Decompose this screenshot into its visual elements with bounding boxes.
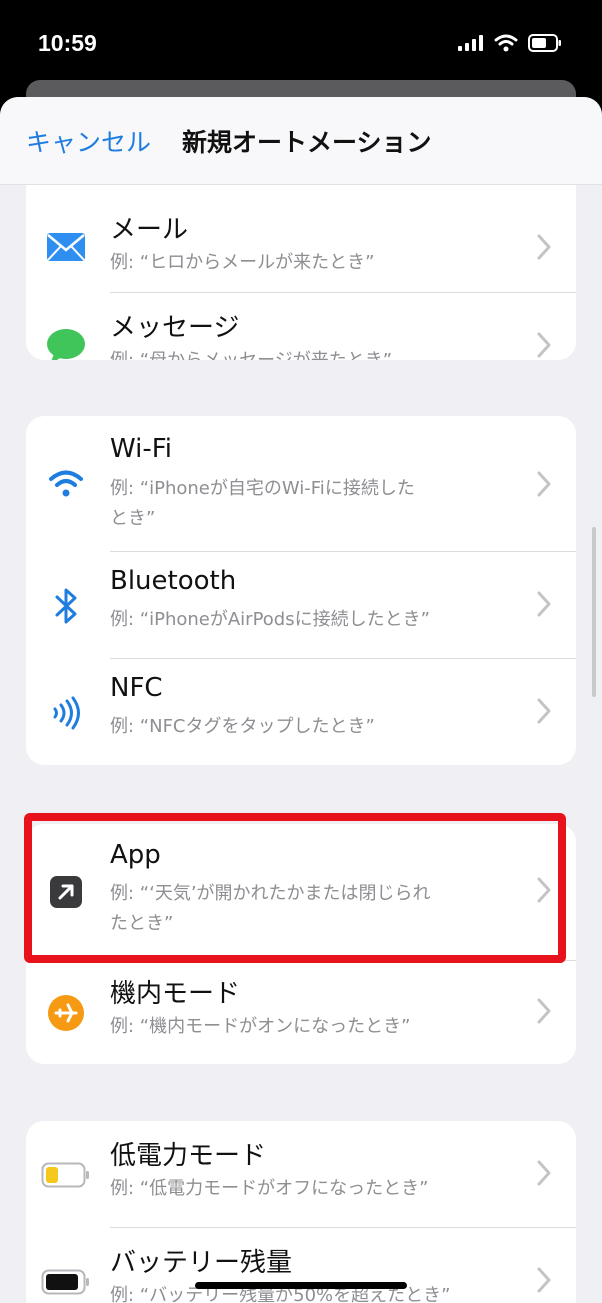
wifi-status-icon [494,34,518,52]
wifi-title: Wi-Fi [110,434,173,464]
mail-title: メール [110,215,189,245]
airplane-mode-title: 機内モード [110,979,241,1009]
list-item-bluetooth[interactable]: Bluetooth 例: “iPhoneがAirPodsに接続したとき” [26,552,576,659]
battery-status-icon [528,34,561,52]
chevron-right-icon [537,877,551,903]
app-icon [46,872,86,912]
group-connectivity: Wi-Fi 例: “iPhoneが自宅のWi-Fiに接続した とき” Bluet… [26,416,576,765]
chevron-right-icon [537,1160,551,1186]
list-item-nfc[interactable]: NFC 例: “NFCタグをタップしたとき” [26,659,576,765]
status-icons [458,34,562,52]
cancel-button[interactable]: キャンセル [26,123,151,159]
status-time: 10:59 [38,30,97,56]
page-title: 新規オートメーション [182,128,432,157]
list-item-messages[interactable]: メッセージ 例: “母からメッセージが来たとき” [26,293,576,360]
list-item-app[interactable]: App 例: “‘天気’が開かれたかまたは閉じられ たとき” [26,824,576,961]
app-title: App [110,840,161,870]
nfc-subtitle: 例: “NFCタグをタップしたとき” [110,716,375,737]
scroll-indicator[interactable] [592,527,596,697]
bluetooth-title: Bluetooth [110,566,237,596]
wifi-subtitle-line1: 例: “iPhoneが自宅のWi-Fiに接続した [110,478,415,499]
chevron-right-icon [537,234,551,260]
status-bar: 10:59 [0,0,602,90]
wifi-icon [46,464,86,504]
chevron-right-icon [537,1267,551,1293]
airplane-icon [46,993,86,1033]
group-system: App 例: “‘天気’が開かれたかまたは閉じられ たとき” 機内モード 例: … [26,824,576,1064]
list-item-wifi[interactable]: Wi-Fi 例: “iPhoneが自宅のWi-Fiに接続した とき” [26,416,576,552]
list-item-airplane-mode[interactable]: 機内モード 例: “機内モードがオンになったとき” [26,961,576,1064]
chevron-right-icon [537,471,551,497]
mail-icon [46,227,86,267]
battery-level-title: バッテリー残量 [110,1248,293,1278]
list-item-battery-level[interactable]: バッテリー残量 例: “バッテリー残量が50%を超えたとき” [26,1228,576,1303]
nfc-title: NFC [110,673,163,703]
airplane-mode-subtitle: 例: “機内モードがオンになったとき” [110,1016,411,1037]
nfc-icon [46,693,86,733]
automation-sheet: メール 例: “ヒロからメールが来たとき” メッセージ 例: “母からメッセージ… [0,97,602,1303]
messages-subtitle: 例: “母からメッセージが来たとき” [110,345,392,360]
cellular-signal-icon [458,35,483,51]
chevron-right-icon [537,998,551,1024]
home-indicator[interactable] [195,1282,407,1289]
app-subtitle-line1: 例: “‘天気’が開かれたかまたは閉じられ [110,883,431,904]
chevron-right-icon [537,698,551,724]
low-power-icon [41,1155,91,1195]
group-power: 低電力モード 例: “低電力モードがオフになったとき” バッテリー残量 例: “… [26,1121,576,1303]
list-item-low-power-mode[interactable]: 低電力モード 例: “低電力モードがオフになったとき” [26,1121,576,1228]
low-power-title: 低電力モード [110,1141,267,1171]
navigation-bar: キャンセル 新規オートメーション [0,97,602,185]
low-power-subtitle: 例: “低電力モードがオフになったとき” [110,1178,429,1199]
chevron-right-icon [537,591,551,617]
battery-icon [41,1262,91,1302]
app-subtitle-line2: たとき” [110,913,174,934]
chevron-right-icon [537,332,551,358]
bluetooth-icon [46,586,86,626]
messages-title: メッセージ [110,313,240,343]
messages-icon [46,327,86,360]
bluetooth-subtitle: 例: “iPhoneがAirPodsに接続したとき” [110,609,430,630]
trigger-list[interactable]: メール 例: “ヒロからメールが来たとき” メッセージ 例: “母からメッセージ… [0,97,602,1303]
mail-subtitle-text: 例: “ヒロからメールが来たとき” [110,252,375,273]
wifi-subtitle-line2: とき” [110,508,156,529]
